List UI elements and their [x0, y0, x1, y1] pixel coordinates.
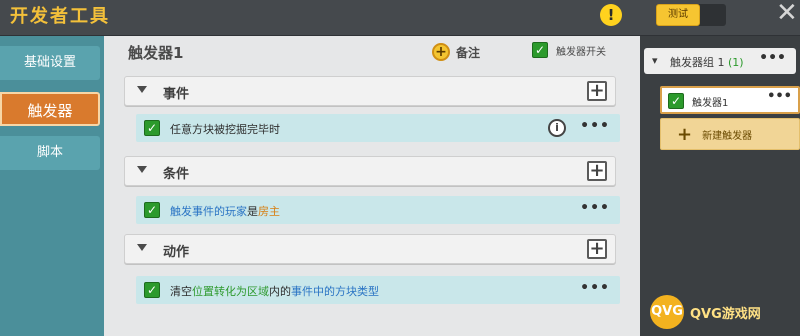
top-bar: 开发者工具 ! 测试 ✕: [0, 0, 800, 36]
left-nav: 基础设置 触发器 脚本: [0, 36, 104, 336]
action-row[interactable]: ✓ 清空位置转化为区域内的事件中的方块类型 •••: [136, 276, 620, 304]
close-icon[interactable]: ✕: [776, 0, 798, 28]
row-checkbox[interactable]: ✓: [144, 282, 160, 298]
section-action[interactable]: 动作 +: [124, 234, 616, 264]
row-text-param[interactable]: 房主: [258, 205, 280, 218]
add-action-button[interactable]: +: [587, 239, 607, 259]
trigger-group-label: 触发器组 1 (1): [670, 54, 744, 70]
row-checkbox[interactable]: ✓: [144, 202, 160, 218]
note-button[interactable]: + 备注: [432, 42, 480, 62]
chevron-down-icon[interactable]: ▾: [652, 54, 658, 67]
plus-icon: +: [677, 123, 693, 145]
row-text-part: 是: [247, 205, 258, 218]
collapse-caret-icon[interactable]: [137, 166, 147, 173]
trigger-list-item[interactable]: ✓ 触发器1 •••: [660, 86, 800, 114]
row-text-param[interactable]: 事件中的方块类型: [291, 285, 379, 298]
nav-basic-settings[interactable]: 基础设置: [0, 46, 100, 80]
section-title: 事件: [163, 87, 190, 102]
main-editor: 触发器1 + 备注 ✓ 触发器开关 事件 + ✓ 任意方块被挖掘完毕时 i ••…: [104, 36, 640, 336]
condition-row[interactable]: ✓ 触发事件的玩家是房主 •••: [136, 196, 620, 224]
trigger-title: 触发器1: [128, 44, 184, 62]
watermark-logo: QVG: [650, 295, 684, 329]
group-count: (1): [728, 56, 744, 69]
nav-trigger[interactable]: 触发器: [0, 92, 100, 126]
nav-script[interactable]: 脚本: [0, 136, 100, 170]
add-condition-button[interactable]: +: [587, 161, 607, 181]
row-text-part: 任意方块被挖掘完毕时: [170, 123, 280, 136]
collapse-caret-icon[interactable]: [137, 86, 147, 93]
more-options-icon[interactable]: •••: [767, 89, 792, 104]
row-text: 触发事件的玩家是房主: [170, 203, 280, 219]
row-text: 清空位置转化为区域内的事件中的方块类型: [170, 283, 379, 299]
test-toggle[interactable]: 测试: [656, 4, 726, 26]
section-title: 条件: [163, 167, 190, 182]
row-text-param[interactable]: 触发事件的玩家: [170, 205, 247, 218]
section-condition[interactable]: 条件 +: [124, 156, 616, 186]
more-options-icon[interactable]: •••: [580, 118, 610, 134]
watermark-text: QVG游戏网: [690, 306, 761, 322]
new-trigger-button[interactable]: + 新建触发器: [660, 118, 800, 150]
info-icon[interactable]: i: [548, 119, 566, 137]
collapse-caret-icon[interactable]: [137, 244, 147, 251]
row-text-part: 清空: [170, 285, 192, 298]
watermark: QVG QVG游戏网: [650, 292, 798, 332]
group-name: 触发器组 1: [670, 56, 725, 69]
app-title: 开发者工具: [10, 6, 110, 27]
trigger-item-label: 触发器1: [692, 98, 729, 109]
trigger-switch-label: 触发器开关: [556, 46, 606, 58]
add-event-button[interactable]: +: [587, 81, 607, 101]
trigger-item-checkbox[interactable]: ✓: [668, 93, 684, 109]
warning-icon[interactable]: !: [600, 4, 622, 26]
row-text-param[interactable]: 位置转化为区域: [192, 285, 269, 298]
test-button[interactable]: 测试: [656, 4, 700, 26]
new-trigger-label: 新建触发器: [702, 130, 753, 142]
section-title: 动作: [163, 245, 190, 260]
section-event[interactable]: 事件 +: [124, 76, 616, 106]
trigger-switch[interactable]: ✓ 触发器开关: [532, 42, 606, 58]
more-options-icon[interactable]: •••: [759, 50, 786, 66]
row-text-part: 内的: [269, 285, 291, 298]
row-checkbox[interactable]: ✓: [144, 120, 160, 136]
trigger-groups-panel: ▾ 触发器组 1 (1) ••• ✓ 触发器1 ••• + 新建触发器: [640, 36, 800, 336]
more-options-icon[interactable]: •••: [580, 280, 610, 296]
trigger-switch-checkbox[interactable]: ✓: [532, 42, 548, 58]
event-row[interactable]: ✓ 任意方块被挖掘完毕时 i •••: [136, 114, 620, 142]
note-label: 备注: [456, 45, 481, 60]
add-note-icon: +: [432, 43, 450, 61]
trigger-group-header[interactable]: ▾ 触发器组 1 (1) •••: [644, 48, 796, 74]
more-options-icon[interactable]: •••: [580, 200, 610, 216]
row-text: 任意方块被挖掘完毕时: [170, 121, 280, 137]
